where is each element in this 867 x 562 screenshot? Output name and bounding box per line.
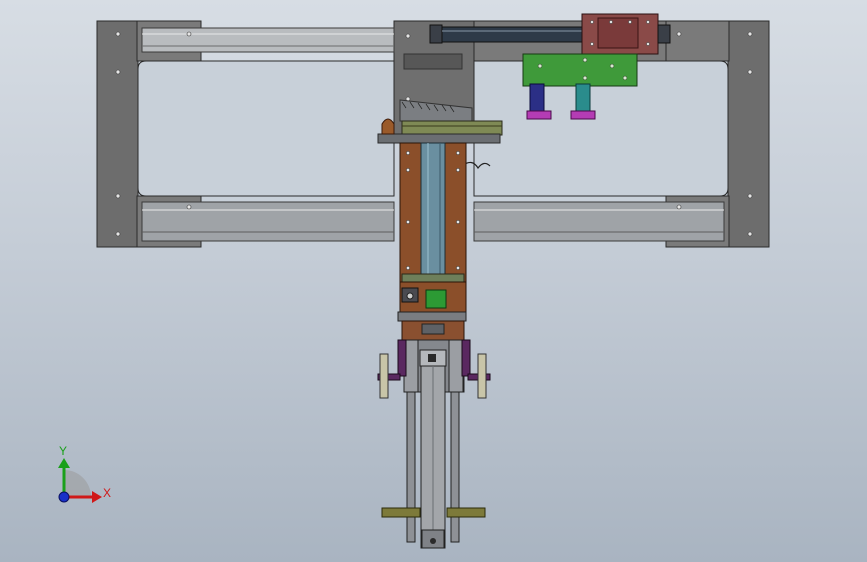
vertical-column [399, 142, 467, 313]
cylinder-end-cap-right [657, 24, 671, 44]
gripper-right-guide [448, 339, 464, 393]
column-flange [401, 273, 465, 283]
cad-viewport[interactable]: Y X [0, 0, 867, 562]
sensor-right-body [477, 353, 487, 399]
gripper-assembly [377, 311, 491, 549]
clamp-right [446, 507, 486, 518]
cylinder-end-cap-left [429, 24, 443, 44]
tray-plate [401, 120, 503, 136]
axis-triad: Y X [58, 444, 111, 503]
frame-right-plate [727, 20, 770, 248]
column-shaft [420, 142, 446, 283]
frame-top-right-bracket [665, 20, 730, 62]
z-axis-dot [58, 491, 70, 503]
rail-bottom-right [473, 201, 725, 242]
frame-left-plate [96, 20, 139, 248]
x-axis-label: X [103, 486, 111, 500]
cylinder-body [441, 26, 583, 43]
rail-bottom-left [141, 201, 395, 242]
sensor-left-body [379, 353, 389, 399]
purple-mount-right [461, 339, 471, 377]
triad-sector [64, 470, 91, 497]
rod-left [406, 391, 416, 543]
green-coupling [425, 289, 447, 309]
tray-base [377, 133, 501, 144]
frame-center-slot [403, 53, 463, 70]
ram-left-foot [526, 110, 552, 120]
y-axis-label: Y [59, 444, 67, 458]
ram-right [575, 83, 591, 113]
rod-right [450, 391, 460, 543]
ram-left [529, 83, 545, 113]
purple-mount-left [397, 339, 407, 377]
rail-top-left [141, 27, 395, 53]
clamp-left [381, 507, 421, 518]
cad-model-canvas[interactable]: Y X [0, 0, 867, 562]
ram-right-foot [570, 110, 596, 120]
frame-left-window [137, 60, 395, 197]
clamp-knob [381, 118, 395, 135]
green-bracket [522, 53, 638, 87]
gripper-top-plate [397, 311, 467, 322]
